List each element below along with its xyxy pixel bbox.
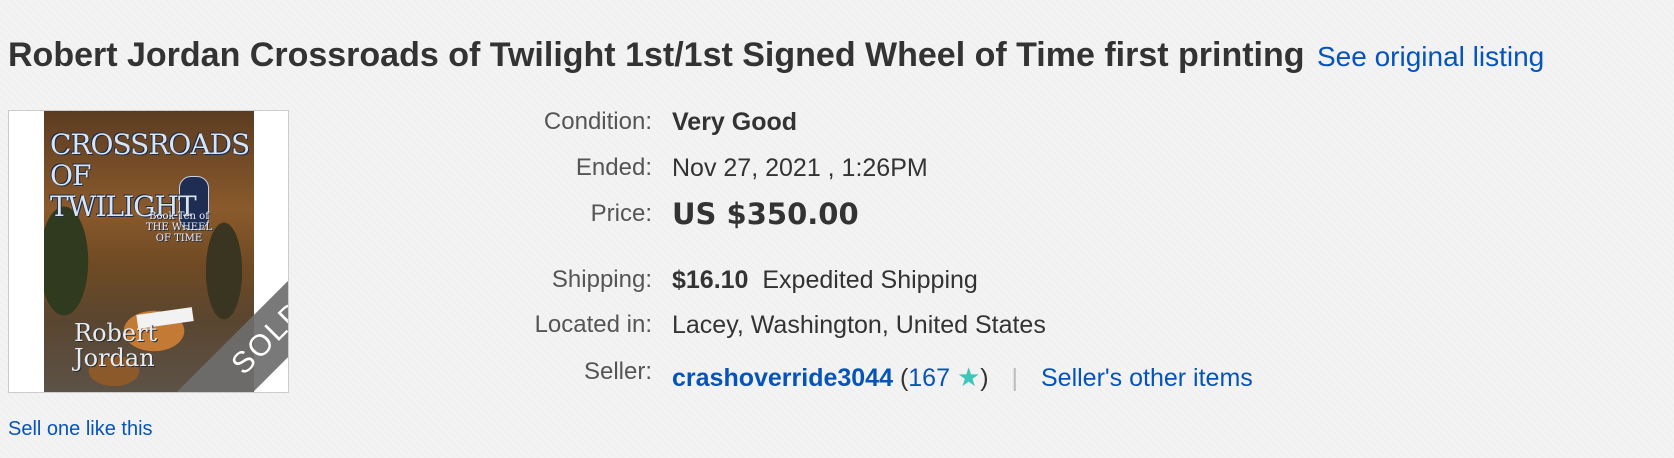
cover-author-text: Robert Jordan bbox=[74, 319, 158, 372]
seller-name-link[interactable]: crashoverride3044 bbox=[672, 364, 893, 392]
shipping-value: $16.10 Expedited Shipping bbox=[672, 266, 978, 295]
cover-title-text: CROSSROADS OF TWILIGHT bbox=[50, 128, 250, 223]
price-label: Price: bbox=[590, 200, 652, 227]
sellers-other-items-link[interactable]: Seller's other items bbox=[1041, 364, 1253, 392]
condition-label: Condition: bbox=[543, 108, 652, 135]
feedback-score-link[interactable]: 167 bbox=[908, 364, 950, 392]
shipping-cost: $16.10 bbox=[672, 266, 749, 294]
condition-value: Very Good bbox=[672, 108, 798, 136]
ended-value: Nov 27, 2021 , 1:26PM bbox=[672, 154, 928, 182]
separator: | bbox=[1011, 364, 1019, 392]
ended-label: Ended: bbox=[575, 154, 652, 181]
item-image[interactable]: CROSSROADS OF TWILIGHT Book Ten of THE W… bbox=[8, 110, 289, 393]
located-label: Located in: bbox=[534, 311, 652, 338]
listing-title: Robert Jordan Crossroads of Twilight 1st… bbox=[8, 36, 1305, 74]
star-icon: ★ bbox=[956, 362, 981, 392]
seller-label: Seller: bbox=[583, 358, 652, 385]
price-value: US $350.00 bbox=[672, 197, 859, 231]
sell-one-like-this-link[interactable]: Sell one like this bbox=[8, 418, 153, 441]
cover-subtitle-text: Book Ten of THE WHEEL OF TIME bbox=[145, 211, 213, 244]
shipping-label: Shipping: bbox=[551, 266, 652, 293]
feedback-close: ) bbox=[980, 364, 989, 392]
located-value: Lacey, Washington, United States bbox=[672, 311, 1046, 339]
seller-value: crashoverride3044 (167 ★) | Seller's oth… bbox=[672, 362, 1253, 393]
see-original-listing-link[interactable]: See original listing bbox=[1317, 41, 1544, 72]
shipping-method: Expedited Shipping bbox=[762, 266, 978, 294]
listing-title-row: Robert Jordan Crossroads of Twilight 1st… bbox=[8, 36, 1668, 75]
